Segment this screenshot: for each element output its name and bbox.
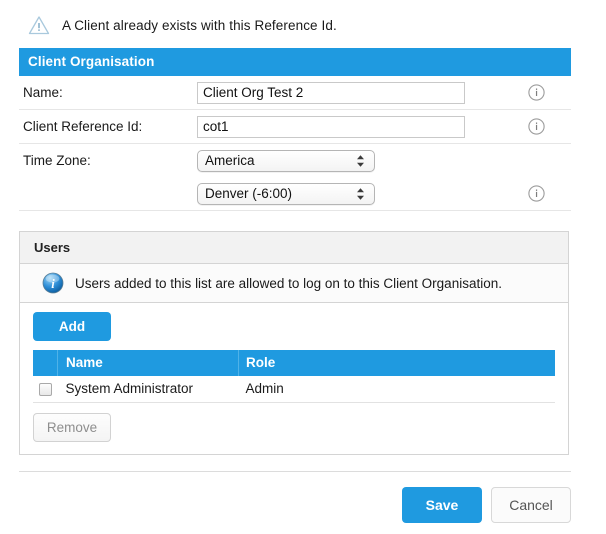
cancel-button[interactable]: Cancel — [491, 487, 571, 523]
info-circle-icon[interactable] — [527, 185, 545, 202]
label-time-zone: Time Zone: — [23, 153, 91, 168]
alert-message: A Client already exists with this Refere… — [62, 17, 337, 33]
client-reference-id-input[interactable] — [197, 115, 465, 138]
info-circle-icon[interactable] — [527, 84, 545, 101]
column-header-name: Name — [57, 350, 239, 376]
form-row-name: Name: — [19, 76, 571, 110]
users-note-text: Users added to this list are allowed to … — [75, 275, 502, 291]
timezone-city-value: Denver (-6:00) — [205, 186, 293, 201]
add-user-button[interactable]: Add — [33, 312, 111, 341]
timezone-city-select[interactable]: Denver (-6:00) — [197, 182, 375, 205]
info-blue-glossy-icon: i — [42, 272, 64, 294]
footer-divider — [19, 471, 571, 472]
remove-button-row: Remove — [20, 403, 568, 454]
timezone-region-value: America — [205, 153, 255, 168]
users-table: Name Role System Administrator Admin — [33, 350, 555, 403]
column-header-select — [33, 350, 58, 376]
label-name: Name: — [23, 85, 63, 100]
chevron-updown-icon — [356, 187, 365, 201]
timezone-region-select[interactable]: America — [197, 149, 375, 172]
users-panel: Users i Users added to this list are all… — [19, 231, 569, 455]
row-name-cell: System Administrator — [57, 376, 239, 403]
form-row-timezone-region: Time Zone: America — [19, 144, 571, 177]
remove-user-button[interactable]: Remove — [33, 413, 111, 442]
users-panel-title: Users — [20, 232, 568, 264]
warning-triangle-icon — [28, 15, 50, 35]
client-organisation-form: Client Organisation Name: Client Referen… — [19, 48, 571, 211]
table-row: System Administrator Admin — [33, 376, 555, 403]
alert-banner: A Client already exists with this Refere… — [0, 0, 606, 48]
chevron-updown-icon — [356, 154, 365, 168]
form-row-client-reference-id: Client Reference Id: — [19, 110, 571, 144]
footer-actions: Save Cancel — [19, 487, 571, 523]
info-circle-icon[interactable] — [527, 118, 545, 135]
save-button[interactable]: Save — [402, 487, 482, 523]
users-info-note: i Users added to this list are allowed t… — [20, 264, 568, 303]
users-table-header-row: Name Role — [33, 350, 555, 376]
column-header-role: Role — [238, 350, 555, 376]
label-client-reference-id: Client Reference Id: — [23, 119, 143, 134]
form-row-timezone-city: Denver (-6:00) — [19, 177, 571, 211]
svg-text:i: i — [51, 277, 55, 291]
add-button-row: Add — [20, 303, 568, 350]
section-title-client-organisation: Client Organisation — [19, 48, 571, 76]
row-role-cell: Admin — [238, 376, 555, 403]
row-select-checkbox[interactable] — [38, 382, 52, 396]
name-input[interactable] — [197, 81, 465, 104]
row-select-cell — [33, 376, 58, 403]
